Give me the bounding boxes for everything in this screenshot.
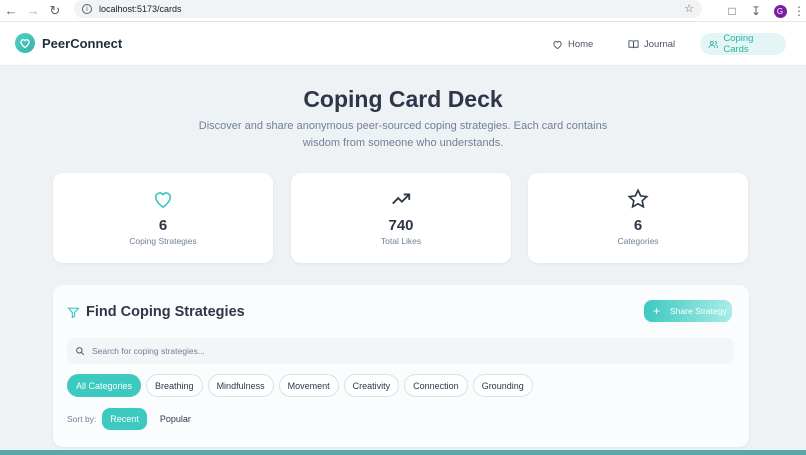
category-chip-connection[interactable]: Connection xyxy=(404,374,468,397)
url-text: localhost:5173/cards xyxy=(99,4,182,14)
app-header: PeerConnect Home Journal Coping Cards xyxy=(0,22,806,66)
browser-toolbar: ← → ↻ i localhost:5173/cards ☆ □ ↧ G ⋮ xyxy=(0,0,806,22)
category-chip-creativity[interactable]: Creativity xyxy=(343,374,400,397)
search-icon xyxy=(76,347,85,356)
nav-coping-cards-label: Coping Cards xyxy=(723,33,754,55)
bookmark-star-icon[interactable]: ☆ xyxy=(684,2,694,15)
sort-controls: Sort by: Recent Popular xyxy=(67,408,204,430)
nav-home-label: Home xyxy=(568,38,594,50)
nav-home[interactable]: Home xyxy=(544,33,601,55)
find-title: Find Coping Strategies xyxy=(67,304,245,320)
heart-icon xyxy=(154,192,172,209)
stat-card-categories: 6 Categories xyxy=(528,173,748,263)
profile-initial: G xyxy=(773,4,787,18)
trending-up-icon xyxy=(392,193,411,205)
plus-icon: + xyxy=(653,304,661,318)
page-subtitle: Discover and share anonymous peer-source… xyxy=(198,120,608,149)
page-title: Coping Card Deck xyxy=(303,86,503,112)
find-title-text: Find Coping Strategies xyxy=(86,304,245,320)
nav-journal[interactable]: Journal xyxy=(620,33,683,55)
extensions-icon[interactable]: □ xyxy=(720,4,744,18)
stat-value: 6 xyxy=(158,217,168,234)
peerconnect-logo-icon[interactable] xyxy=(15,33,35,53)
nav-journal-label: Journal xyxy=(644,38,676,50)
sort-popular-button[interactable]: Popular xyxy=(152,408,199,430)
category-chip-breathing[interactable]: Breathing xyxy=(146,374,203,397)
category-filter-chips: All Categories Breathing Mindfulness Mov… xyxy=(67,374,538,397)
users-icon xyxy=(708,40,718,48)
share-strategy-label: Share Strategy xyxy=(670,306,727,316)
download-icon[interactable]: ↧ xyxy=(744,4,768,18)
address-bar[interactable]: i localhost:5173/cards ☆ xyxy=(74,0,702,18)
share-strategy-button[interactable]: + Share Strategy xyxy=(644,300,732,322)
reload-icon[interactable]: ↻ xyxy=(44,0,66,22)
stat-card-strategies: 6 Coping Strategies xyxy=(53,173,273,263)
stat-label: Coping Strategies xyxy=(129,236,197,246)
profile-avatar[interactable]: G xyxy=(768,4,792,18)
site-info-icon[interactable]: i xyxy=(82,4,92,14)
filter-icon xyxy=(67,307,80,318)
category-chip-grounding[interactable]: Grounding xyxy=(472,374,533,397)
book-icon xyxy=(628,39,639,48)
star-icon xyxy=(627,188,649,209)
find-strategies-panel: Find Coping Strategies + Share Strategy … xyxy=(53,285,749,447)
category-chip-movement[interactable]: Movement xyxy=(278,374,339,397)
stat-value: 6 xyxy=(633,217,643,234)
nav-coping-cards[interactable]: Coping Cards xyxy=(700,33,786,55)
stat-card-likes: 740 Total Likes xyxy=(291,173,511,263)
sort-recent-button[interactable]: Recent xyxy=(102,408,147,430)
back-arrow-icon[interactable]: ← xyxy=(0,0,22,22)
category-chip-mindfulness[interactable]: Mindfulness xyxy=(207,374,274,397)
brand-name[interactable]: PeerConnect xyxy=(42,36,122,51)
taskbar-strip xyxy=(0,450,806,455)
category-chip-all[interactable]: All Categories xyxy=(67,374,142,397)
heart-icon xyxy=(553,40,562,49)
stat-value: 740 xyxy=(388,217,414,234)
browser-menu-icon[interactable]: ⋮ xyxy=(792,4,806,18)
search-bar[interactable] xyxy=(67,338,734,364)
stat-label: Categories xyxy=(617,236,659,246)
stat-label: Total Likes xyxy=(380,236,422,246)
sort-label: Sort by: xyxy=(67,414,97,424)
search-input[interactable] xyxy=(92,346,692,356)
forward-arrow-icon[interactable]: → xyxy=(22,0,44,22)
